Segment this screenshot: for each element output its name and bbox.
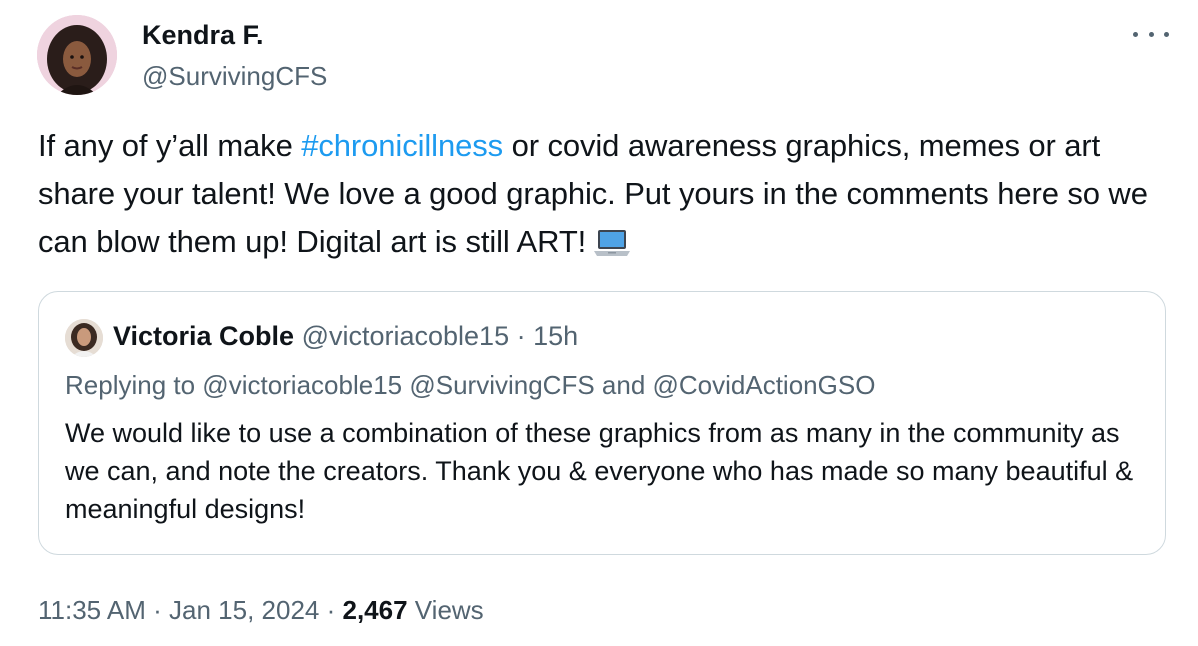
hashtag-link[interactable]: #chronicillness <box>301 128 503 163</box>
more-options-icon[interactable] <box>1133 22 1169 46</box>
tweet-footer: 11:35 AM · Jan 15, 2024 · 2,467 Views <box>38 592 484 628</box>
quoted-tweet-text: We would like to use a combination of th… <box>65 418 1134 524</box>
quoted-author-avatar[interactable] <box>65 319 103 357</box>
laptop-emoji-icon <box>592 224 632 272</box>
tweet-text-before: If any of y’all make <box>38 128 302 163</box>
quoted-author-meta: @victoriacoble15 · 15h <box>301 321 579 351</box>
views-label: Views <box>414 595 484 625</box>
quoted-author-name[interactable]: Victoria Coble <box>113 321 294 351</box>
quoted-tweet[interactable]: Victoria Coble @victoriacoble15 · 15h Re… <box>38 291 1166 555</box>
tweet-datetime[interactable]: 11:35 AM · Jan 15, 2024 · <box>38 595 342 625</box>
author-name[interactable]: Kendra F. <box>142 18 264 52</box>
tweet-text: If any of y’all make #chronicillness or … <box>38 122 1168 272</box>
quoted-replying-to: Replying to @victoriacoble15 @SurvivingC… <box>65 370 876 400</box>
author-avatar[interactable] <box>37 15 117 95</box>
tweet-card: Kendra F. @SurvivingCFS If any of y’all … <box>0 0 1198 646</box>
author-handle[interactable]: @SurvivingCFS <box>142 60 327 92</box>
views-count: 2,467 <box>342 595 408 625</box>
quoted-header: Victoria Coble @victoriacoble15 · 15h <box>113 318 578 354</box>
